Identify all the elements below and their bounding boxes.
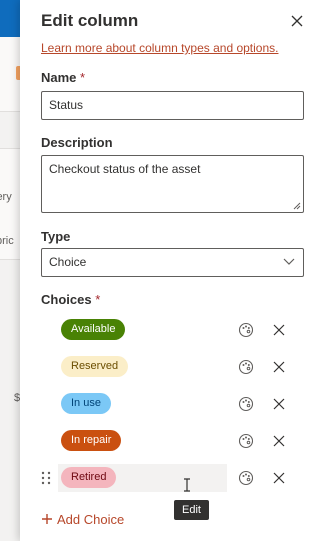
description-label: Description <box>41 135 113 150</box>
name-field-value: Status <box>49 98 84 112</box>
choice-pill[interactable]: Retired <box>61 467 117 488</box>
add-choice-button[interactable]: Add Choice <box>41 512 124 527</box>
choices-label: Choices * <box>41 292 100 307</box>
palette-icon[interactable] <box>238 359 254 375</box>
palette-icon[interactable] <box>238 396 254 412</box>
palette-icon[interactable] <box>238 433 254 449</box>
edit-column-panel: Edit column Learn more about column type… <box>20 0 323 541</box>
plus-icon <box>42 514 52 524</box>
delete-icon[interactable] <box>271 322 287 338</box>
background-page: lery pric $ <box>0 0 20 541</box>
choices-label-text: Choices <box>41 292 92 307</box>
background-text: lery <box>0 191 12 203</box>
close-icon <box>291 15 303 27</box>
delete-icon[interactable] <box>271 433 287 449</box>
text-cursor-icon <box>184 478 190 492</box>
choice-pill[interactable]: Available <box>61 319 126 340</box>
type-label: Type <box>41 229 71 244</box>
delete-icon[interactable] <box>271 396 287 412</box>
palette-icon[interactable] <box>238 470 254 486</box>
type-dropdown-value: Choice <box>49 255 87 269</box>
drag-handle-icon[interactable] <box>40 471 52 485</box>
delete-icon[interactable] <box>271 470 287 486</box>
palette-icon[interactable] <box>238 322 254 338</box>
name-label-text: Name <box>41 70 77 85</box>
background-text: pric <box>0 235 14 247</box>
name-field[interactable]: Status <box>41 91 304 120</box>
tooltip: Edit <box>174 500 209 520</box>
choice-pill[interactable]: In repair <box>61 430 122 451</box>
required-mark: * <box>95 292 101 307</box>
background-header <box>0 0 20 37</box>
type-dropdown[interactable]: Choice <box>41 248 304 277</box>
delete-icon[interactable] <box>271 359 287 375</box>
resize-grip-icon[interactable] <box>293 202 301 210</box>
close-button[interactable] <box>290 14 304 28</box>
choice-pill[interactable]: Reserved <box>61 356 129 377</box>
panel-title: Edit column <box>41 11 139 30</box>
add-choice-label: Add Choice <box>57 512 125 527</box>
choice-pill[interactable]: In use <box>61 393 111 414</box>
required-mark: * <box>80 70 86 85</box>
chevron-down-icon <box>283 258 295 265</box>
description-field-value: Checkout status of the asset <box>49 162 201 176</box>
description-field[interactable]: Checkout status of the asset <box>41 155 304 213</box>
learn-more-link[interactable]: Learn more about column types and option… <box>41 41 278 55</box>
name-label: Name * <box>41 70 85 85</box>
